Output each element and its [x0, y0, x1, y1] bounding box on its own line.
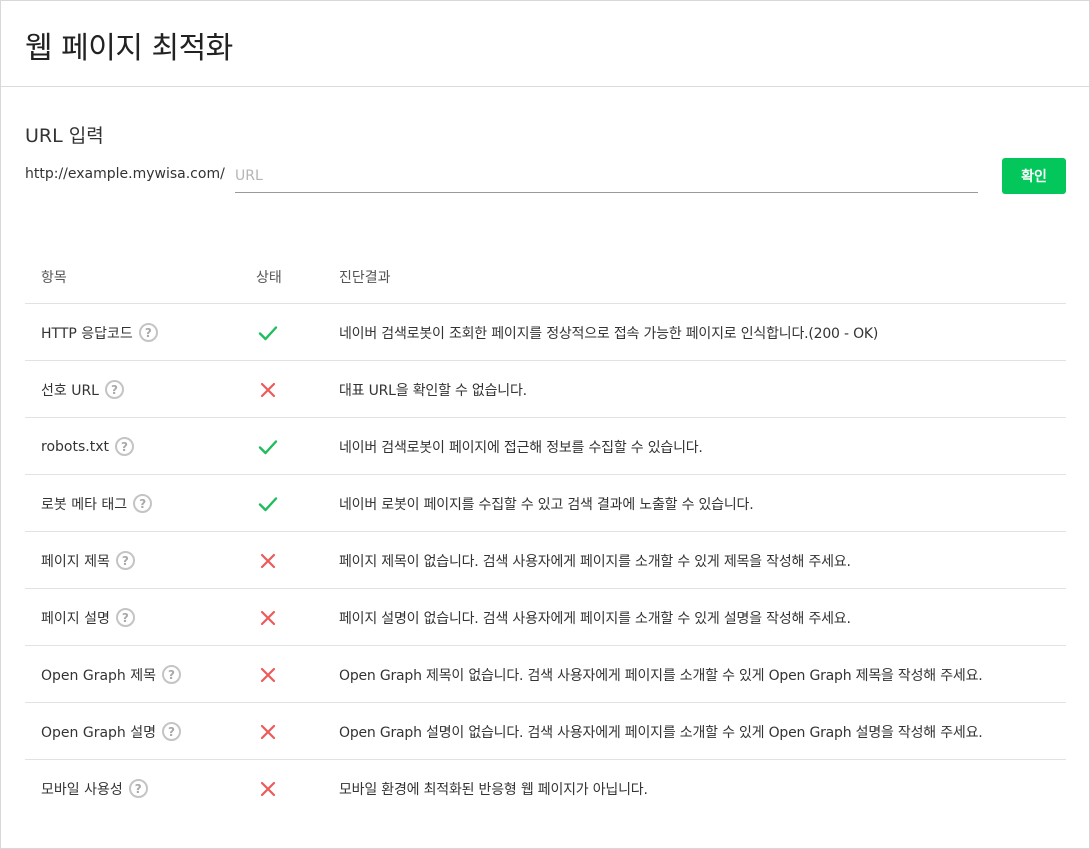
row-item-label: 로봇 메타 태그	[41, 496, 128, 513]
row-result: Open Graph 설명이 없습니다. 검색 사용자에게 페이지를 소개할 수…	[339, 724, 983, 741]
row-item-label: 선호 URL	[41, 382, 99, 399]
column-header-status: 상태	[256, 270, 282, 286]
cross-icon	[257, 760, 279, 817]
row-item-label: robots.txt	[41, 438, 109, 455]
question-circle-icon[interactable]: ?	[115, 608, 135, 627]
cross-icon	[257, 703, 279, 760]
row-item: HTTP 응답코드?	[41, 304, 158, 361]
table-row: robots.txt? 네이버 검색로봇이 페이지에 접근해 정보를 수집할 수 …	[25, 418, 1066, 475]
row-result: 페이지 제목이 없습니다. 검색 사용자에게 페이지를 소개할 수 있게 제목을…	[339, 553, 851, 570]
row-item-label: Open Graph 설명	[41, 724, 156, 741]
cross-icon	[257, 361, 279, 418]
table-row: 선호 URL? 대표 URL을 확인할 수 없습니다.	[25, 361, 1066, 418]
row-item: 페이지 설명?	[41, 589, 135, 646]
question-circle-icon[interactable]: ?	[162, 722, 181, 741]
row-item: Open Graph 설명?	[41, 703, 181, 760]
question-circle-icon[interactable]: ?	[128, 779, 148, 798]
page-header: 웹 페이지 최적화	[1, 1, 1089, 87]
row-item: 선호 URL?	[41, 361, 124, 418]
cross-icon	[257, 589, 279, 646]
row-result: Open Graph 제목이 없습니다. 검색 사용자에게 페이지를 소개할 수…	[339, 667, 983, 684]
check-icon	[257, 475, 279, 532]
row-result: 네이버 검색로봇이 페이지에 접근해 정보를 수집할 수 있습니다.	[339, 439, 703, 456]
cross-icon	[257, 646, 279, 703]
row-result: 네이버 검색로봇이 조회한 페이지를 정상적으로 접속 가능한 페이지로 인식합…	[339, 325, 879, 342]
row-result: 네이버 로봇이 페이지를 수집할 수 있고 검색 결과에 노출할 수 있습니다.	[339, 496, 754, 513]
row-result: 모바일 환경에 최적화된 반응형 웹 페이지가 아닙니다.	[339, 781, 648, 798]
row-item-label: 모바일 사용성	[41, 781, 123, 798]
cross-icon	[257, 532, 279, 589]
row-item: 페이지 제목?	[41, 532, 135, 589]
row-item: robots.txt?	[41, 418, 134, 475]
question-circle-icon[interactable]: ?	[115, 551, 135, 570]
confirm-button[interactable]: 확인	[1002, 158, 1066, 194]
question-circle-icon[interactable]: ?	[105, 380, 124, 399]
url-section-title: URL 입력	[25, 125, 104, 147]
url-prefix: http://example.mywisa.com/	[25, 166, 225, 182]
table-header: 항목 상태 진단결과	[25, 247, 1066, 304]
url-input[interactable]	[235, 159, 978, 193]
row-result: 대표 URL을 확인할 수 없습니다.	[339, 382, 527, 399]
row-item-label: HTTP 응답코드	[41, 325, 133, 342]
row-result: 페이지 설명이 없습니다. 검색 사용자에게 페이지를 소개할 수 있게 설명을…	[339, 610, 851, 627]
page-frame: 웹 페이지 최적화 URL 입력 http://example.mywisa.c…	[0, 0, 1090, 849]
question-circle-icon[interactable]: ?	[133, 494, 153, 513]
url-input-row: http://example.mywisa.com/ 확인	[25, 157, 1066, 195]
question-circle-icon[interactable]: ?	[138, 323, 158, 342]
row-item-label: 페이지 제목	[41, 553, 110, 570]
table-row: HTTP 응답코드? 네이버 검색로봇이 조회한 페이지를 정상적으로 접속 가능…	[25, 304, 1066, 361]
check-icon	[257, 418, 279, 475]
diagnosis-table: 항목 상태 진단결과 HTTP 응답코드? 네이버 검색로봇이 조회한 페이지를 …	[25, 247, 1066, 817]
table-row: 로봇 메타 태그? 네이버 로봇이 페이지를 수집할 수 있고 검색 결과에 노출…	[25, 475, 1066, 532]
check-icon	[257, 304, 279, 361]
table-row: Open Graph 제목? Open Graph 제목이 없습니다. 검색 사용…	[25, 646, 1066, 703]
row-item: Open Graph 제목?	[41, 646, 181, 703]
row-item-label: Open Graph 제목	[41, 667, 156, 684]
table-row: 모바일 사용성? 모바일 환경에 최적화된 반응형 웹 페이지가 아닙니다.	[25, 760, 1066, 817]
table-row: Open Graph 설명? Open Graph 설명이 없습니다. 검색 사용…	[25, 703, 1066, 760]
table-row: 페이지 설명? 페이지 설명이 없습니다. 검색 사용자에게 페이지를 소개할 수…	[25, 589, 1066, 646]
table-row: 페이지 제목? 페이지 제목이 없습니다. 검색 사용자에게 페이지를 소개할 수…	[25, 532, 1066, 589]
column-header-result: 진단결과	[339, 270, 391, 286]
row-item: 로봇 메타 태그?	[41, 475, 153, 532]
table-body: HTTP 응답코드? 네이버 검색로봇이 조회한 페이지를 정상적으로 접속 가능…	[25, 304, 1066, 817]
question-circle-icon[interactable]: ?	[114, 437, 134, 456]
question-circle-icon[interactable]: ?	[162, 665, 181, 684]
row-item: 모바일 사용성?	[41, 760, 148, 817]
page-title: 웹 페이지 최적화	[25, 31, 233, 66]
row-item-label: 페이지 설명	[41, 610, 110, 627]
column-header-item: 항목	[41, 270, 67, 286]
